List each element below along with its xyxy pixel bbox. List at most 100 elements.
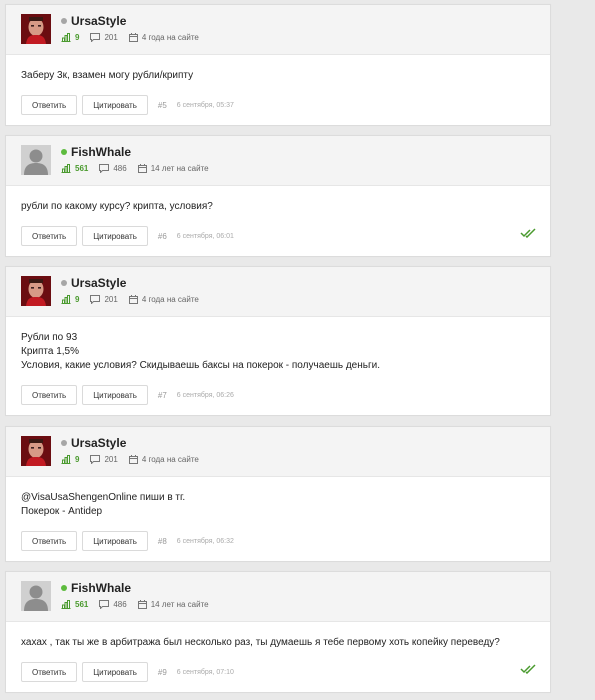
on-site-stat: 4 года на сайте [128, 295, 199, 304]
rating-icon [61, 33, 71, 42]
user-stats: 561 486 14 лет на сайте [61, 600, 220, 609]
rating-value: 561 [75, 164, 89, 173]
user-stats: 561 486 14 лет на сайте [61, 164, 220, 173]
post-header: UrsaStyle 9 201 4 года на сайте [6, 5, 550, 55]
post-header: FishWhale 561 486 14 лет на сайте [6, 136, 550, 186]
on-site-stat: 14 лет на сайте [137, 164, 209, 173]
forum-post: UrsaStyle 9 201 4 года на сайте Рубли по… [5, 266, 551, 416]
rating-value: 9 [75, 295, 80, 304]
post-number[interactable]: #5 [158, 101, 167, 110]
on-site-stat: 4 года на сайте [128, 33, 199, 42]
post-text-line: хахах , так ты же в арбитража был нескол… [21, 637, 500, 648]
on-site-text: 4 года на сайте [141, 33, 199, 42]
post-text-line: рубли по какому курсу? крипта, условия? [21, 201, 213, 212]
accepted-check-icon [520, 225, 536, 243]
rating-icon [61, 164, 71, 173]
messages-count: 486 [113, 600, 127, 609]
comment-icon [90, 295, 101, 304]
rating-stat: 561 [61, 600, 88, 609]
post-body: хахах , так ты же в арбитража был нескол… [6, 622, 550, 650]
user-avatar[interactable] [21, 14, 51, 44]
post-number[interactable]: #6 [158, 232, 167, 241]
user-stats: 9 201 4 года на сайте [61, 33, 210, 42]
user-stats: 9 201 4 года на сайте [61, 295, 210, 304]
quote-button[interactable]: Цитировать [82, 385, 148, 405]
rating-stat: 561 [61, 164, 88, 173]
messages-count: 201 [104, 33, 118, 42]
comment-icon [90, 33, 101, 42]
post-footer: Ответить Цитировать #7 6 сентября, 06:26 [21, 385, 234, 405]
reply-button[interactable]: Ответить [21, 226, 78, 246]
comment-icon [99, 164, 110, 173]
user-avatar[interactable] [21, 436, 51, 466]
calendar-icon [128, 33, 138, 42]
post-date: 6 сентября, 06:26 [176, 391, 234, 399]
status-dot [61, 280, 67, 286]
quote-button[interactable]: Цитировать [82, 226, 148, 246]
comment-icon [90, 455, 101, 464]
post-footer: Ответить Цитировать #9 6 сентября, 07:10 [21, 662, 234, 682]
reply-button[interactable]: Ответить [21, 385, 78, 405]
rating-icon [61, 600, 71, 609]
status-dot [61, 149, 67, 155]
messages-stat: 201 [90, 455, 118, 464]
messages-count: 486 [113, 164, 127, 173]
messages-stat: 201 [90, 295, 118, 304]
on-site-text: 14 лет на сайте [150, 600, 209, 609]
rating-stat: 9 [61, 455, 79, 464]
user-avatar[interactable] [21, 581, 51, 611]
username[interactable]: UrsaStyle [71, 14, 126, 28]
quote-button[interactable]: Цитировать [82, 662, 148, 682]
rating-icon [61, 295, 71, 304]
forum-post: FishWhale 561 486 14 лет на сайте рубли … [5, 135, 551, 257]
reply-button[interactable]: Ответить [21, 95, 78, 115]
post-body: Заберу 3к, взамен могу рубли/крипту [6, 55, 550, 83]
post-date: 6 сентября, 05:37 [176, 101, 234, 109]
on-site-text: 4 года на сайте [141, 295, 199, 304]
post-text-line: Покерок - Antidep [21, 506, 103, 517]
rating-stat: 9 [61, 33, 79, 42]
post-text-line: Рубли по 93 [21, 332, 78, 343]
forum-post: UrsaStyle 9 201 4 года на сайте @VisaUsa… [5, 426, 551, 562]
status-dot [61, 18, 67, 24]
rating-icon [61, 455, 71, 464]
calendar-icon [137, 164, 147, 173]
post-number[interactable]: #7 [158, 391, 167, 400]
status-dot [61, 440, 67, 446]
reply-button[interactable]: Ответить [21, 531, 78, 551]
on-site-stat: 14 лет на сайте [137, 600, 209, 609]
post-date: 6 сентября, 07:10 [176, 668, 234, 676]
post-text-line: Заберу 3к, взамен могу рубли/крипту [21, 70, 194, 81]
status-dot [61, 585, 67, 591]
post-footer: Ответить Цитировать #5 6 сентября, 05:37 [21, 95, 234, 115]
post-text-line: @VisaUsaShengenOnline пиши в тг. [21, 492, 186, 503]
username[interactable]: FishWhale [71, 581, 131, 595]
messages-count: 201 [104, 295, 118, 304]
user-avatar[interactable] [21, 145, 51, 175]
on-site-stat: 4 года на сайте [128, 455, 199, 464]
calendar-icon [128, 295, 138, 304]
post-body: @VisaUsaShengenOnline пиши в тг. Покерок… [6, 477, 550, 519]
messages-stat: 486 [99, 164, 127, 173]
forum-post: UrsaStyle 9 201 4 года на сайте Заберу 3… [5, 4, 551, 126]
post-body: рубли по какому курсу? крипта, условия? [6, 186, 550, 214]
username[interactable]: UrsaStyle [71, 436, 126, 450]
username[interactable]: FishWhale [71, 145, 131, 159]
reply-button[interactable]: Ответить [21, 662, 78, 682]
post-text-line: Условия, какие условия? Скидываешь баксы… [21, 360, 380, 371]
rating-value: 561 [75, 600, 89, 609]
post-header: FishWhale 561 486 14 лет на сайте [6, 572, 550, 622]
user-avatar[interactable] [21, 276, 51, 306]
post-number[interactable]: #8 [158, 537, 167, 546]
quote-button[interactable]: Цитировать [82, 95, 148, 115]
post-body: Рубли по 93 Крипта 1,5% Условия, какие у… [6, 317, 550, 373]
forum-post: FishWhale 561 486 14 лет на сайте хахах … [5, 571, 551, 693]
post-footer: Ответить Цитировать #6 6 сентября, 06:01 [21, 226, 234, 246]
quote-button[interactable]: Цитировать [82, 531, 148, 551]
comment-icon [99, 600, 110, 609]
username[interactable]: UrsaStyle [71, 276, 126, 290]
messages-stat: 486 [99, 600, 127, 609]
post-date: 6 сентября, 06:32 [176, 537, 234, 545]
rating-value: 9 [75, 33, 80, 42]
post-number[interactable]: #9 [158, 668, 167, 677]
